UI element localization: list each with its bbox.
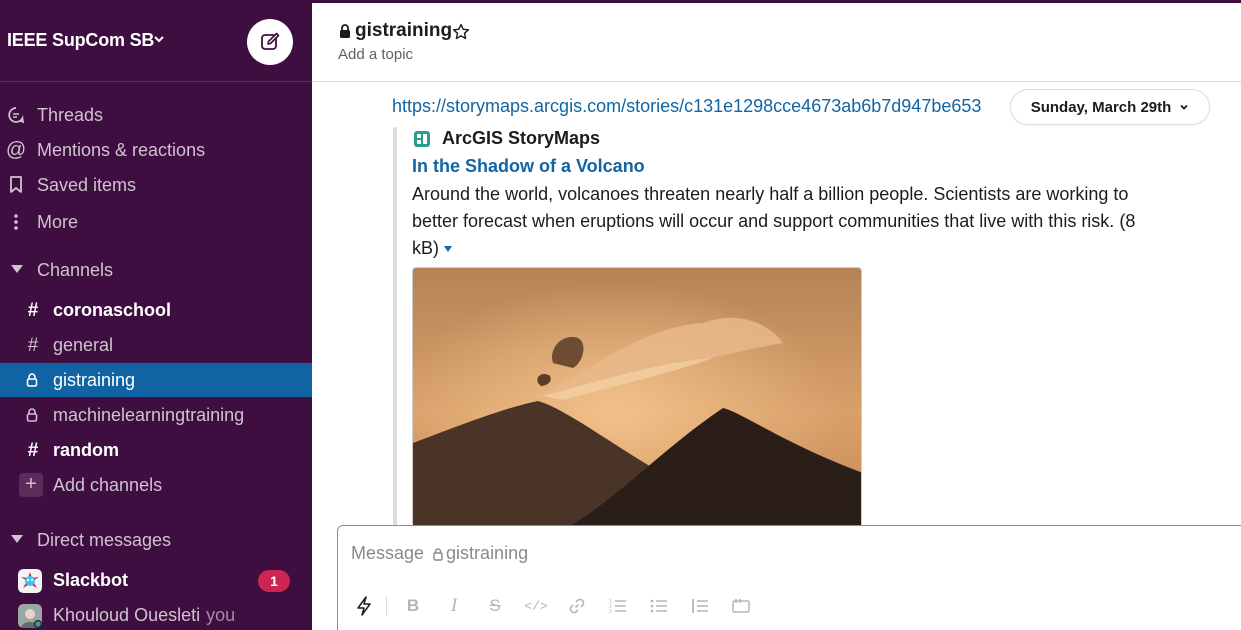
message-composer[interactable]: Message gistraining B I S </> 123 bbox=[337, 525, 1241, 630]
channel-item-gistraining[interactable]: gistraining bbox=[0, 363, 312, 397]
channel-name: general bbox=[53, 335, 114, 355]
italic-button[interactable]: I bbox=[442, 592, 466, 620]
link-button[interactable] bbox=[565, 592, 589, 620]
slackbot-avatar bbox=[18, 569, 42, 593]
channel-title-text: gistraining bbox=[355, 20, 453, 41]
hash-icon: # bbox=[27, 440, 39, 461]
user-avatar bbox=[18, 604, 42, 628]
nav-threads[interactable]: Threads bbox=[0, 98, 312, 132]
placeholder-prefix: Message bbox=[351, 543, 425, 563]
italic-icon: I bbox=[450, 595, 458, 616]
dm-name: Slackbot bbox=[53, 570, 129, 590]
channel-item-general[interactable]: # general bbox=[0, 328, 312, 362]
add-channels-label: Add channels bbox=[53, 475, 163, 495]
svg-text:3: 3 bbox=[609, 609, 612, 614]
compose-icon bbox=[261, 32, 280, 50]
nav-mentions-label: Mentions & reactions bbox=[37, 139, 206, 160]
attachment-service: ArcGIS StoryMaps bbox=[413, 128, 600, 149]
nav-saved-label: Saved items bbox=[37, 174, 137, 195]
message-link[interactable]: https://storymaps.arcgis.com/stories/c13… bbox=[392, 96, 981, 117]
add-channels-button[interactable]: + Add channels bbox=[0, 468, 312, 502]
shortcuts-button[interactable] bbox=[352, 592, 376, 620]
at-sign-icon: @ bbox=[5, 138, 27, 161]
hash-icon: # bbox=[27, 300, 39, 321]
chevron-down-icon[interactable] bbox=[153, 33, 165, 45]
nav-threads-label: Threads bbox=[37, 104, 104, 125]
lock-icon bbox=[433, 547, 443, 561]
attachment-description: Around the world, volcanoes threaten nea… bbox=[412, 181, 1142, 262]
channel-name: coronaschool bbox=[53, 300, 172, 320]
channel-header: gistraining Add a topic bbox=[312, 3, 1241, 82]
unread-badge: 1 bbox=[258, 570, 290, 592]
bulleted-list-button[interactable] bbox=[647, 592, 671, 620]
dm-item-self[interactable]: Khouloud Ouesleti you bbox=[0, 598, 312, 630]
dm-name: Khouloud Ouesleti bbox=[53, 605, 201, 625]
chevron-down-icon bbox=[1180, 104, 1188, 110]
collapse-toggle-icon[interactable] bbox=[444, 246, 452, 253]
channel-name: random bbox=[53, 440, 120, 460]
blockquote-icon bbox=[692, 599, 708, 613]
date-divider-button[interactable]: Sunday, March 29th bbox=[1010, 89, 1210, 125]
strikethrough-button[interactable]: S bbox=[483, 592, 507, 620]
nav-mentions[interactable]: @ Mentions & reactions bbox=[0, 133, 312, 167]
code-block-icon bbox=[732, 599, 750, 613]
code-block-button[interactable] bbox=[729, 592, 753, 620]
caret-down-icon[interactable] bbox=[11, 265, 23, 273]
link-icon bbox=[569, 598, 585, 614]
channel-item-machinelearningtraining[interactable]: machinelearningtraining bbox=[0, 398, 312, 432]
ordered-list-icon: 123 bbox=[609, 599, 626, 614]
lock-icon bbox=[26, 373, 38, 387]
lock-icon bbox=[340, 24, 350, 38]
strikethrough-icon: S bbox=[489, 596, 501, 615]
attachment-title-link[interactable]: In the Shadow of a Volcano bbox=[412, 156, 645, 177]
attachment-preview-image[interactable] bbox=[412, 267, 862, 529]
channels-section-label: Channels bbox=[37, 260, 114, 280]
threads-icon bbox=[6, 105, 26, 125]
lightning-icon bbox=[357, 596, 371, 616]
plus-icon: + bbox=[19, 473, 43, 497]
channel-item-random[interactable]: # random bbox=[0, 433, 312, 467]
attachment-border bbox=[393, 127, 397, 527]
channel-name: gistraining bbox=[53, 370, 136, 390]
sidebar: IEEE SupCom SB Threads @ Mentions & reac… bbox=[0, 0, 312, 630]
nav-more-label: More bbox=[37, 211, 79, 232]
dm-item-slackbot[interactable]: Slackbot 1 bbox=[0, 563, 312, 597]
you-suffix: you bbox=[206, 605, 236, 625]
code-button[interactable]: </> bbox=[524, 592, 548, 620]
bold-icon: B bbox=[406, 596, 420, 615]
caret-down-icon[interactable] bbox=[11, 535, 23, 543]
dm-name-row: Khouloud Ouesleti you bbox=[53, 605, 235, 626]
channel-name: machinelearningtraining bbox=[53, 405, 245, 425]
attachment-service-name: ArcGIS StoryMaps bbox=[442, 128, 601, 148]
compose-button[interactable] bbox=[247, 19, 293, 65]
nav-more[interactable]: More bbox=[0, 205, 312, 239]
channels-section-header[interactable]: Channels bbox=[0, 253, 312, 287]
ordered-list-button[interactable]: 123 bbox=[606, 592, 630, 620]
bulleted-list-icon bbox=[650, 599, 667, 613]
bold-button[interactable]: B bbox=[401, 592, 425, 620]
workspace-header[interactable]: IEEE SupCom SB bbox=[0, 0, 312, 82]
hash-icon: # bbox=[27, 335, 39, 356]
placeholder-channel: gistraining bbox=[446, 543, 529, 563]
star-icon[interactable] bbox=[452, 23, 470, 41]
channel-title[interactable]: gistraining bbox=[338, 20, 452, 42]
date-divider-label: Sunday, March 29th bbox=[1030, 98, 1172, 116]
toolbar-divider bbox=[386, 596, 387, 616]
add-topic-link[interactable]: Add a topic bbox=[338, 46, 413, 63]
attachment-description-text: Around the world, volcanoes threaten nea… bbox=[412, 184, 1129, 231]
storymaps-icon bbox=[414, 130, 430, 147]
channel-item-coronaschool[interactable]: # coronaschool bbox=[0, 293, 312, 327]
blockquote-button[interactable] bbox=[688, 592, 712, 620]
nav-saved[interactable]: Saved items bbox=[0, 168, 312, 202]
dms-section-header[interactable]: Direct messages bbox=[0, 523, 312, 557]
message-input-placeholder[interactable]: Message gistraining bbox=[351, 543, 528, 564]
dms-section-label: Direct messages bbox=[37, 530, 172, 550]
more-vertical-icon bbox=[6, 212, 26, 232]
workspace-name[interactable]: IEEE SupCom SB bbox=[7, 30, 154, 51]
volcano-image bbox=[413, 268, 861, 528]
lock-icon bbox=[26, 408, 38, 422]
code-icon: </> bbox=[524, 598, 548, 614]
bookmark-icon bbox=[6, 175, 26, 195]
